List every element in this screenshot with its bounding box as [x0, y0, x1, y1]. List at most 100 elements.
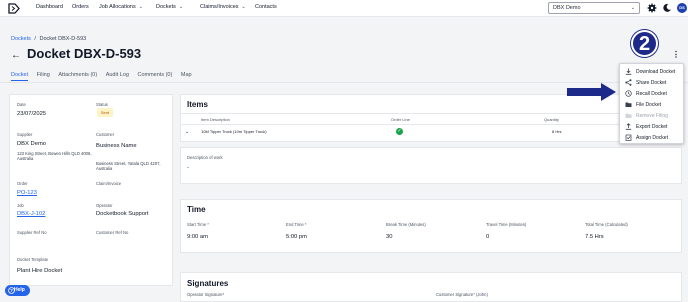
job-label: Job — [17, 203, 24, 208]
menu-remove-filing: Remove Filing — [620, 110, 685, 121]
help-label: Help — [14, 287, 25, 293]
menu-file-label: File Docket — [636, 102, 662, 108]
break-time-value: 30 — [386, 234, 393, 240]
menu-assign-docket[interactable]: Assign Docket — [620, 132, 685, 143]
operator-value: Docketbook Support — [96, 211, 149, 217]
customer-label: Customer — [96, 132, 115, 137]
customer-value: Business Name — [96, 143, 137, 149]
chevron-down-icon: ⌄ — [178, 4, 184, 10]
nav-dashboard[interactable]: Dashboard — [36, 4, 63, 10]
order-label: Order — [17, 181, 28, 186]
pointer-arrow-icon — [567, 83, 616, 101]
share-icon — [625, 79, 632, 86]
organisation-select-value: DBX Demo — [553, 5, 581, 11]
more-options-icon[interactable]: ⋮ — [672, 50, 680, 59]
nav-claims-label: Claims/Invoices — [200, 4, 239, 10]
moon-icon[interactable] — [662, 3, 672, 13]
time-panel: Time Start Time * 9:00 am End Time * 5:0… — [180, 199, 682, 253]
menu-export-docket[interactable]: Export Docket — [620, 121, 685, 132]
date-value: 23/07/2025 — [17, 111, 47, 117]
docket-details-panel: Date 23/07/2025 Status Supplier DBX Demo… — [9, 94, 173, 286]
nav-claims-invoices[interactable]: Claims/Invoices ⌄ — [200, 4, 246, 10]
breadcrumb-dockets-link[interactable]: Dockets — [11, 36, 31, 42]
breadcrumb-separator: / — [34, 36, 36, 42]
menu-download-label: Download Docket — [636, 69, 676, 75]
menu-share-label: Share Docket — [636, 80, 667, 86]
help-circle-icon: ? — [8, 287, 15, 294]
col-quantity: Quantity — [544, 117, 559, 122]
operator-label: Operator — [96, 203, 113, 208]
docket-tabs: Docket Filing Attachments (0) Audit Log … — [11, 72, 199, 78]
back-arrow-icon[interactable]: ← — [11, 50, 21, 61]
export-icon — [625, 123, 632, 130]
signatures-panel: Signatures Operator Signature* Customer … — [180, 272, 682, 302]
items-row-divider — [181, 124, 681, 125]
total-time-label: Total Time (Calculated) — [585, 222, 628, 227]
job-link[interactable]: DBX-J-102 — [17, 211, 45, 217]
docket-template-value: Plant Hire Docket — [17, 268, 63, 274]
page-title: Docket DBX-D-593 — [27, 46, 142, 61]
supplier-value: DBX Demo — [17, 141, 46, 147]
tab-comments[interactable]: Comments (0) — [137, 72, 172, 78]
customer-signature-label: Customer Signature* (John) — [436, 292, 488, 297]
recall-icon — [625, 90, 632, 97]
svg-text:?: ? — [10, 288, 13, 293]
status-label: Status — [96, 102, 108, 107]
start-time-label: Start Time * — [187, 222, 209, 227]
items-title: Items — [187, 100, 208, 109]
item-quantity-cell: 8 Hrs — [552, 129, 562, 134]
claim-invoice-label: Claim/Invoice — [96, 181, 122, 186]
tab-attachments[interactable]: Attachments (0) — [58, 72, 97, 78]
nav-job-allocations[interactable]: Job Allocations ⌄ — [99, 4, 143, 10]
supplier-ref-label: Supplier Ref No — [17, 230, 47, 235]
docket-template-label: Docket Template — [17, 257, 49, 262]
date-label: Date — [17, 102, 26, 107]
items-header-divider — [181, 113, 681, 114]
menu-download-docket[interactable]: Download Docket — [620, 66, 685, 77]
col-order-line: Order Line — [391, 117, 410, 122]
help-button[interactable]: ? Help — [5, 285, 30, 296]
break-time-label: Break Time (Minutes) — [386, 222, 426, 227]
menu-remove-filing-label: Remove Filing — [636, 113, 668, 119]
description-of-work-value: - — [187, 165, 189, 171]
tab-audit-log[interactable]: Audit Log — [106, 72, 129, 78]
nav-orders[interactable]: Orders — [72, 4, 89, 10]
active-tab-indicator — [11, 80, 28, 81]
travel-time-label: Travel Time (Minutes) — [486, 222, 527, 227]
supplier-label: Supplier — [17, 132, 33, 137]
nav-job-allocations-label: Job Allocations — [99, 4, 136, 10]
travel-time-value: 0 — [486, 234, 490, 240]
end-time-label: End Time * — [286, 222, 307, 227]
top-navbar: Dashboard Orders Job Allocations ⌄ Docket… — [0, 0, 688, 17]
menu-file-docket[interactable]: File Docket — [620, 99, 685, 110]
supplier-address: 123 King Street, Bowen Hills QLD 4006, A… — [17, 151, 92, 161]
docket-actions-menu: Download Docket Share Docket Recall Dock… — [619, 63, 684, 144]
order-link[interactable]: PO-123 — [17, 190, 37, 196]
menu-recall-docket[interactable]: Recall Docket — [620, 88, 685, 99]
customer-ref-label: Customer Ref No — [96, 230, 129, 235]
expand-row-icon[interactable]: ⌄ — [185, 129, 189, 135]
check-circle-icon: ✓ — [396, 128, 403, 135]
col-item-description: Item Description — [201, 117, 230, 122]
end-time-value: 5:00 pm — [286, 234, 307, 240]
menu-recall-label: Recall Docket — [636, 91, 667, 97]
nav-contacts[interactable]: Contacts — [255, 4, 277, 10]
description-of-work-label: Description of work — [187, 155, 223, 160]
app-logo-icon[interactable] — [8, 3, 20, 14]
tab-filing[interactable]: Filing — [37, 72, 50, 78]
status-badge: Sent — [97, 108, 113, 117]
time-title: Time — [187, 205, 206, 214]
avatar[interactable]: DS — [677, 3, 687, 13]
gear-icon[interactable] — [647, 3, 657, 13]
organisation-select[interactable]: DBX Demo ⌄ — [548, 2, 640, 14]
chevron-down-icon: ⌄ — [138, 4, 143, 10]
breadcrumb-current: Docket DBX-D-593 — [39, 36, 87, 42]
tab-map[interactable]: Map — [181, 72, 192, 78]
signatures-title: Signatures — [187, 279, 229, 288]
tab-docket[interactable]: Docket — [11, 72, 28, 78]
description-of-work-panel: Description of work - — [180, 147, 682, 184]
nav-dockets[interactable]: Dockets ⌄ — [156, 4, 183, 10]
chevron-down-icon: ⌄ — [241, 4, 246, 10]
menu-share-docket[interactable]: Share Docket — [620, 77, 685, 88]
folder-remove-icon — [625, 113, 632, 118]
